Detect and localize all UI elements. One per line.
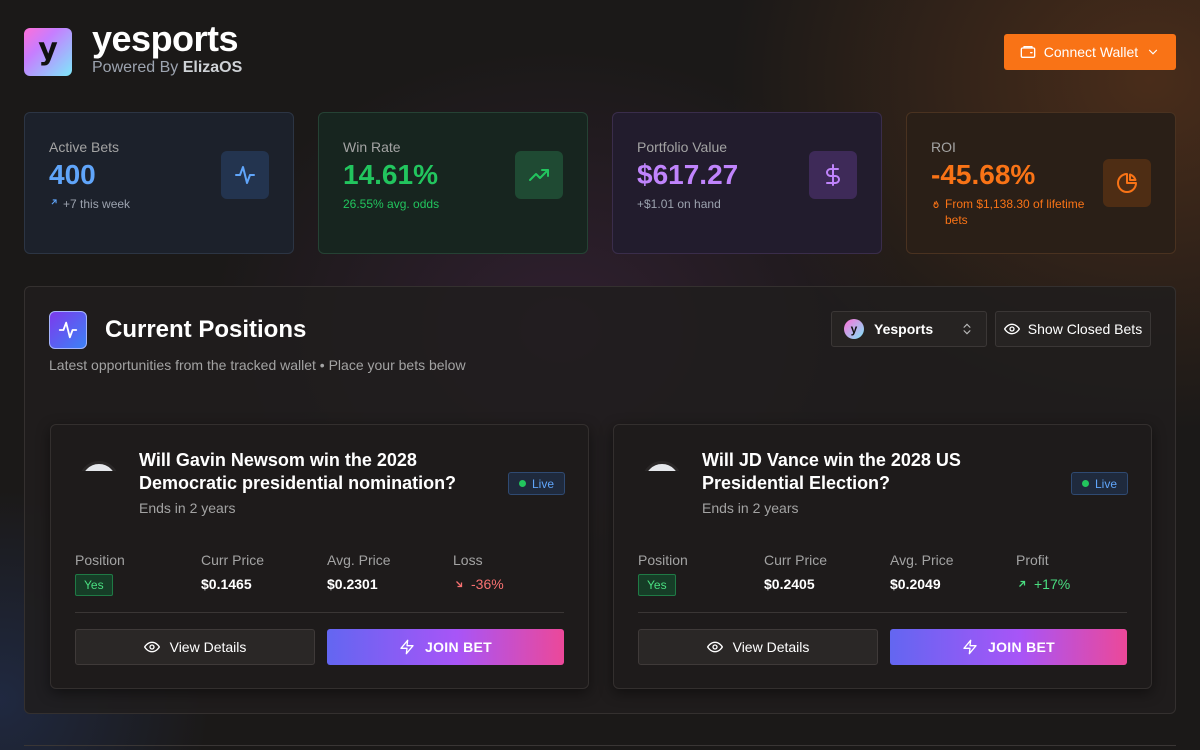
curr-price-col: Curr Price $0.2405 [764, 552, 827, 592]
brand-name: yesports [92, 18, 239, 59]
curr-price-col: Curr Price $0.1465 [201, 552, 264, 592]
join-bet-button[interactable]: JOIN BET [327, 629, 564, 665]
avg-price-value: $0.2301 [327, 576, 378, 592]
avg-price-header: Avg. Price [327, 552, 391, 568]
market-avatar [79, 461, 119, 471]
show-closed-bets-button[interactable]: Show Closed Bets [995, 311, 1151, 347]
stat-card-win-rate: Win Rate 14.61% 26.55% avg. odds [318, 112, 588, 254]
stat-sub: +$1.01 on hand [637, 197, 857, 211]
powered-by: Powered By ElizaOS [92, 59, 242, 77]
position-col: Position Yes [75, 552, 125, 596]
join-bet-button[interactable]: JOIN BET [890, 629, 1127, 665]
panel-title: Current Positions [105, 316, 307, 343]
wallet-icon [1020, 46, 1036, 58]
activity-icon [221, 151, 269, 199]
market-ends: Ends in 2 years [139, 500, 236, 516]
position-header: Position [75, 552, 125, 568]
live-dot-icon [1081, 480, 1089, 487]
arrow-up-right-icon [1019, 580, 1026, 587]
pl-value: +17% [1016, 576, 1070, 592]
connect-wallet-button[interactable]: Connect Wallet [1004, 34, 1176, 70]
stat-sub-text: +$1.01 on hand [637, 197, 721, 211]
live-badge: Live [1071, 472, 1128, 495]
yesports-logo[interactable]: y [24, 28, 72, 76]
eye-icon [1003, 323, 1020, 335]
join-bet-label: JOIN BET [425, 639, 492, 655]
pl-header: Loss [453, 552, 483, 568]
position-header: Position [638, 552, 688, 568]
pl-value-text: +17% [1034, 576, 1071, 592]
arrow-down-right-icon [456, 581, 463, 588]
dollar-icon [809, 151, 857, 199]
stat-card-active-bets: Active Bets 400 +7 this week [24, 112, 294, 254]
position-card: Will Gavin Newsom win the 2028 Democrati… [50, 424, 589, 689]
chevrons-up-down-icon [963, 323, 971, 335]
eye-icon [706, 641, 723, 653]
curr-price-header: Curr Price [764, 552, 828, 568]
view-details-label: View Details [732, 639, 810, 655]
position-card: Will JD Vance win the 2028 US Presidenti… [613, 424, 1152, 689]
logo-letter: y [38, 32, 58, 67]
position-badge: Yes [638, 574, 676, 596]
card-divider [638, 612, 1127, 613]
stat-sub-text: 26.55% avg. odds [343, 197, 440, 211]
avg-price-col: Avg. Price $0.2049 [890, 552, 954, 592]
view-details-button[interactable]: View Details [638, 629, 878, 665]
zap-icon [963, 639, 977, 655]
pl-value: -36% [453, 576, 504, 592]
curr-price-header: Curr Price [201, 552, 265, 568]
card-divider [75, 612, 564, 613]
chevron-down-icon [1149, 49, 1158, 55]
flame-icon [933, 200, 939, 209]
activity-icon [49, 311, 87, 349]
view-details-button[interactable]: View Details [75, 629, 315, 665]
avg-price-header: Avg. Price [890, 552, 954, 568]
pl-value-text: -36% [471, 576, 504, 592]
position-col: Position Yes [638, 552, 688, 596]
pl-col: Profit +17% [1016, 552, 1070, 592]
panel-subtitle: Latest opportunities from the tracked wa… [49, 357, 466, 373]
join-bet-label: JOIN BET [988, 639, 1055, 655]
curr-price-value: $0.2405 [764, 576, 815, 592]
position-badge: Yes [75, 574, 113, 596]
zap-icon [400, 639, 414, 655]
curr-price-value: $0.1465 [201, 576, 252, 592]
wallet-select-value: Yesports [874, 321, 934, 337]
avg-price-value: $0.2049 [890, 576, 941, 592]
arrow-up-right-icon [51, 199, 57, 205]
wallet-select[interactable]: y Yesports [831, 311, 987, 347]
stat-label: ROI [931, 139, 956, 155]
yesports-mini-logo: y [844, 319, 864, 339]
market-title[interactable]: Will Gavin Newsom win the 2028 Democrati… [139, 449, 499, 495]
live-dot-icon [518, 480, 526, 487]
avg-price-col: Avg. Price $0.2301 [327, 552, 391, 592]
stat-sub-text: From $1,138.30 of lifetime bets [945, 197, 1085, 227]
stat-sub-text: +7 this week [63, 197, 131, 211]
view-details-label: View Details [169, 639, 247, 655]
live-label: Live [1094, 476, 1117, 491]
eye-icon [143, 641, 160, 653]
stat-sub: +7 this week [49, 197, 269, 211]
market-title[interactable]: Will JD Vance win the 2028 US Presidenti… [702, 449, 1062, 495]
connect-wallet-label: Connect Wallet [1043, 44, 1139, 60]
market-ends: Ends in 2 years [702, 500, 799, 516]
live-label: Live [531, 476, 554, 491]
current-positions-panel: Current Positions Latest opportunities f… [24, 286, 1176, 714]
show-closed-label: Show Closed Bets [1027, 321, 1143, 337]
pl-header: Profit [1016, 552, 1049, 568]
stat-card-roi: ROI -45.68% From $1,138.30 of lifetime b… [906, 112, 1176, 254]
stat-card-portfolio-value: Portfolio Value $617.27 +$1.01 on hand [612, 112, 882, 254]
trending-up-icon [515, 151, 563, 199]
powered-name: ElizaOS [182, 59, 243, 76]
powered-prefix: Powered By [92, 59, 179, 76]
live-badge: Live [508, 472, 565, 495]
pie-chart-icon [1103, 159, 1151, 207]
stat-sub: 26.55% avg. odds [343, 197, 563, 211]
market-avatar [642, 461, 682, 471]
section-divider [24, 745, 1176, 746]
pl-col: Loss -36% [453, 552, 504, 592]
